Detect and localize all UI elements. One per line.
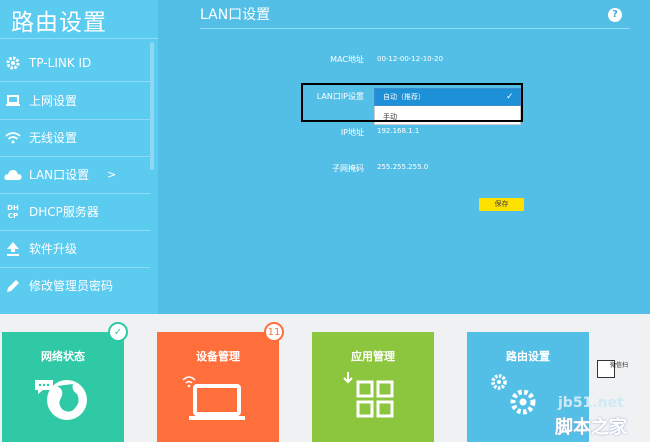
mask-label: 子网掩码 <box>332 164 364 173</box>
dhcp-icon: DH CP <box>7 203 19 220</box>
chevron-right-icon: > <box>107 168 117 181</box>
tile-label: 设备管理 <box>196 350 240 363</box>
ip-value: 192.168.1.1 <box>377 127 420 135</box>
sidebar-item-tplink-id[interactable]: TP-LINK ID <box>0 44 150 81</box>
sidebar-item-label: DHCP服务器 <box>29 205 99 219</box>
tile-device-management[interactable]: 设备管理 <box>157 332 279 442</box>
sidebar-item-label: 无线设置 <box>29 131 78 145</box>
mac-label: MAC地址 <box>330 55 364 64</box>
sidebar-item-label: 上网设置 <box>29 94 78 108</box>
apps-grid-icon <box>343 372 394 418</box>
help-icon[interactable]: ? <box>608 8 622 22</box>
mac-value: 00-12-00-12-10-20 <box>377 55 444 63</box>
highlight-box <box>301 83 523 122</box>
globe-icon <box>35 380 87 420</box>
tile-app-management[interactable]: 应用管理 <box>312 332 434 442</box>
sidebar-item-upgrade[interactable]: 软件升级 <box>0 230 150 267</box>
device-count-badge: 11 <box>264 322 284 342</box>
sidebar-item-dhcp[interactable]: DH CP DHCP服务器 <box>0 193 150 230</box>
ip-label: IP地址 <box>340 128 364 137</box>
sidebar-item-internet[interactable]: 上网设置 <box>0 82 150 119</box>
cloud-icon <box>3 166 23 184</box>
sidebar-item-wireless[interactable]: 无线设置 <box>0 119 150 156</box>
divider <box>0 38 158 39</box>
pencil-icon <box>3 277 23 295</box>
tile-label: 网络状态 <box>41 350 85 363</box>
tile-label: 路由设置 <box>506 350 550 363</box>
watermark-qr-text: 微信扫 <box>610 362 629 369</box>
wifi-icon <box>3 129 23 147</box>
sidebar-item-label: 修改管理员密码 <box>29 279 114 293</box>
sidebar-item-label: TP-LINK ID <box>29 55 92 70</box>
tile-label: 应用管理 <box>351 350 395 363</box>
laptop-icon <box>3 92 23 110</box>
gear-icon <box>491 374 536 415</box>
upload-icon <box>3 240 23 258</box>
sidebar-scrollbar[interactable] <box>150 42 154 170</box>
brand-title: 路由设置 <box>11 10 107 36</box>
sidebar-item-label: 软件升级 <box>29 242 78 256</box>
sidebar: 路由设置 TP-LINK ID 上网设置 无线设置 LAN口设置 > DH CP … <box>0 0 158 314</box>
watermark-logo: 脚本之家 <box>555 417 627 438</box>
gear-icon <box>3 54 23 72</box>
sidebar-item-label: LAN口设置 <box>29 168 90 182</box>
page-title: LAN口设置 <box>200 7 271 23</box>
laptop-icon <box>182 376 245 420</box>
divider <box>200 28 630 29</box>
sidebar-item-lan[interactable]: LAN口设置 > <box>0 156 150 193</box>
sidebar-item-password[interactable]: 修改管理员密码 <box>0 267 150 304</box>
watermark-url: jb51.net <box>558 395 624 411</box>
mask-value: 255.255.255.0 <box>377 163 429 171</box>
status-ok-badge: ✓ <box>108 322 128 342</box>
tile-network-status[interactable]: 网络状态 <box>2 332 124 442</box>
save-button[interactable]: 保存 <box>479 198 524 211</box>
